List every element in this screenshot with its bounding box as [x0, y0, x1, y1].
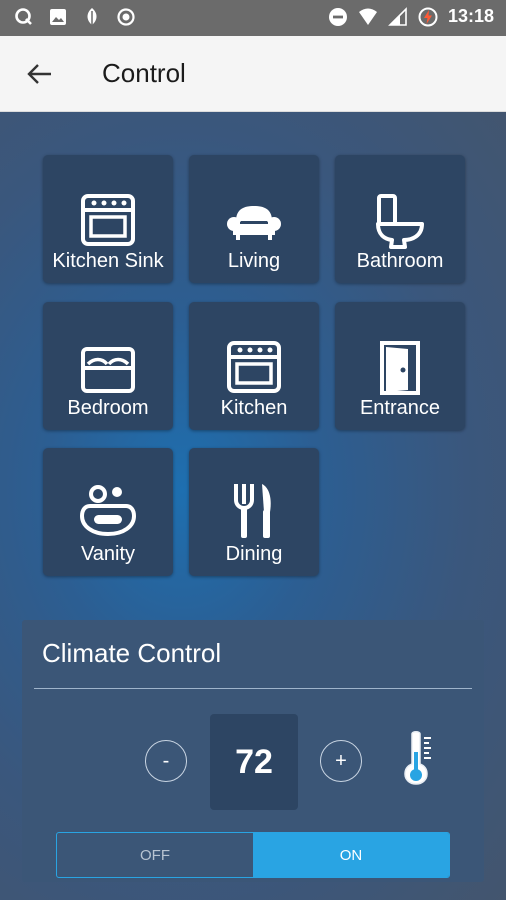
room-tile-living[interactable]: Living: [189, 155, 319, 283]
power-toggle[interactable]: OFF ON: [56, 832, 450, 878]
room-tile-entrance[interactable]: Entrance: [335, 302, 465, 430]
record-icon: [117, 8, 135, 26]
app-bar: Control: [0, 36, 506, 112]
door-icon: [380, 341, 420, 395]
signal-icon: [388, 6, 407, 26]
divider: [34, 688, 472, 689]
room-label: Kitchen Sink: [52, 250, 164, 272]
sofa-icon: [227, 206, 281, 240]
toilet-icon: [376, 194, 424, 249]
cutlery-icon: [234, 484, 271, 538]
room-tile-dining[interactable]: Dining: [189, 448, 319, 576]
room-tile-kitchen[interactable]: Kitchen: [189, 302, 319, 430]
back-button[interactable]: [20, 56, 60, 92]
climate-control-panel: Climate Control - 72 + OFF ON: [22, 620, 484, 882]
back-arrow-icon: [27, 64, 51, 84]
room-tile-bedroom[interactable]: Bedroom: [43, 302, 173, 430]
room-tile-vanity[interactable]: Vanity: [43, 448, 173, 576]
room-label: Vanity: [80, 543, 136, 565]
increase-temp-button[interactable]: +: [320, 740, 362, 782]
oven-icon: [227, 341, 281, 393]
battery-charging-icon: [418, 7, 438, 26]
room-label: Dining: [225, 543, 283, 565]
do-not-disturb-icon: [328, 7, 347, 26]
room-tile-kitchen-sink[interactable]: Kitchen Sink: [43, 155, 173, 283]
status-time: 13:18: [447, 6, 494, 26]
room-label: Kitchen: [220, 397, 288, 419]
room-label: Bathroom: [356, 250, 444, 272]
bed-icon: [81, 347, 135, 393]
oven-icon: [81, 194, 135, 246]
room-label: Bedroom: [67, 397, 149, 419]
climate-title: Climate Control: [42, 638, 222, 668]
room-label: Entrance: [359, 397, 441, 419]
q-app-icon: [15, 8, 32, 25]
room-label: Living: [227, 250, 281, 272]
temperature-value: 72: [210, 714, 298, 810]
sink-icon: [80, 485, 136, 537]
page-title: Control: [102, 58, 186, 88]
thermometer-icon: [404, 731, 431, 785]
image-icon: [50, 9, 66, 25]
decrease-temp-button[interactable]: -: [145, 740, 187, 782]
room-tile-bathroom[interactable]: Bathroom: [335, 155, 465, 283]
status-bar: 13:18: [0, 0, 506, 36]
leaf-icon: [87, 8, 97, 26]
wifi-icon: [358, 8, 377, 25]
toggle-off-option[interactable]: OFF: [57, 833, 253, 877]
content-area: Kitchen Sink Living Bathroom Bedroom Kit…: [0, 112, 506, 900]
toggle-on-option[interactable]: ON: [253, 833, 449, 877]
